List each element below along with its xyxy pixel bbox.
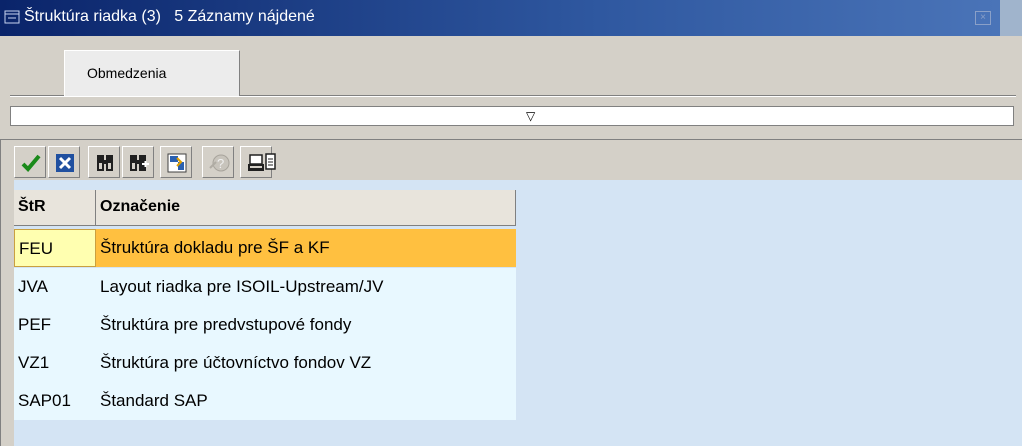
title-bar-edge [1000, 0, 1022, 36]
row-value[interactable]: Štruktúra pre účtovníctvo fondov VZ [96, 344, 516, 382]
row-value[interactable]: Štandard SAP [96, 382, 516, 420]
row-key[interactable]: SAP01 [14, 382, 96, 420]
row-value[interactable]: Štruktúra pre predvstupové fondy [96, 306, 516, 344]
find-button[interactable] [88, 146, 120, 178]
row-key[interactable]: FEU [14, 229, 96, 267]
cancel-button[interactable] [48, 146, 80, 178]
row-key[interactable]: JVA [14, 268, 96, 306]
help-button[interactable]: ? [202, 146, 234, 178]
tab-label: Obmedzenia [87, 65, 167, 81]
window-icon [4, 10, 20, 24]
row-key[interactable]: VZ1 [14, 344, 96, 382]
collapse-arrow-icon[interactable]: ▽ [526, 109, 535, 123]
window-title: Štruktúra riadka (3) 5 Záznamy nájdené [24, 8, 315, 25]
tab-obmedzenia[interactable]: Obmedzenia [64, 50, 240, 96]
print-preview-button[interactable] [258, 146, 286, 178]
row-value[interactable]: Štruktúra dokladu pre ŠF a KF [96, 229, 516, 267]
close-icon[interactable]: × [975, 11, 991, 25]
column-header-str[interactable]: ŠtR [14, 190, 96, 226]
svg-text:?: ? [217, 156, 224, 171]
row-value[interactable]: Layout riadka pre ISOIL-Upstream/JV [96, 268, 516, 306]
tab-divider [10, 96, 1016, 97]
collapse-bar[interactable]: ▽ [10, 106, 1014, 126]
confirm-button[interactable] [14, 146, 46, 178]
list-empty-area [14, 420, 96, 446]
title-bar: Štruktúra riadka (3) 5 Záznamy nájdené × [0, 0, 1022, 36]
column-header-oznacenie[interactable]: Označenie [96, 190, 516, 226]
find-next-button[interactable] [122, 146, 154, 178]
select-button[interactable] [160, 146, 192, 178]
row-key[interactable]: PEF [14, 306, 96, 344]
